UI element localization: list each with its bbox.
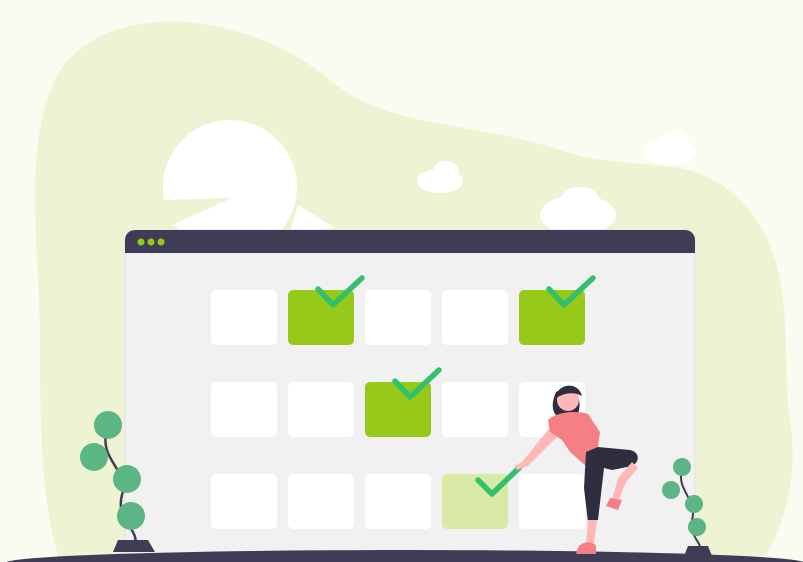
calendar-cell-empty <box>519 474 585 529</box>
calendar-cell-empty <box>442 290 508 345</box>
calendar-grid <box>211 275 596 529</box>
window-dot-icon <box>137 238 145 246</box>
calendar-cell-pending <box>442 474 508 529</box>
window-dot-icon <box>157 238 165 246</box>
calendar-cell-empty <box>211 474 277 529</box>
window-dot-icon <box>147 238 155 246</box>
calendar-cell-empty <box>211 290 277 345</box>
window-titlebar <box>125 230 695 253</box>
calendar-cell-empty <box>288 382 354 437</box>
calendar-illustration <box>6 21 803 562</box>
calendar-cell-empty <box>442 382 508 437</box>
calendar-cell-empty <box>211 382 277 437</box>
calendar-cell-empty <box>288 474 354 529</box>
calendar-cell-empty <box>365 474 431 529</box>
cloud-icon <box>645 131 695 165</box>
illustration-stage <box>0 0 803 562</box>
calendar-cell-empty <box>365 290 431 345</box>
